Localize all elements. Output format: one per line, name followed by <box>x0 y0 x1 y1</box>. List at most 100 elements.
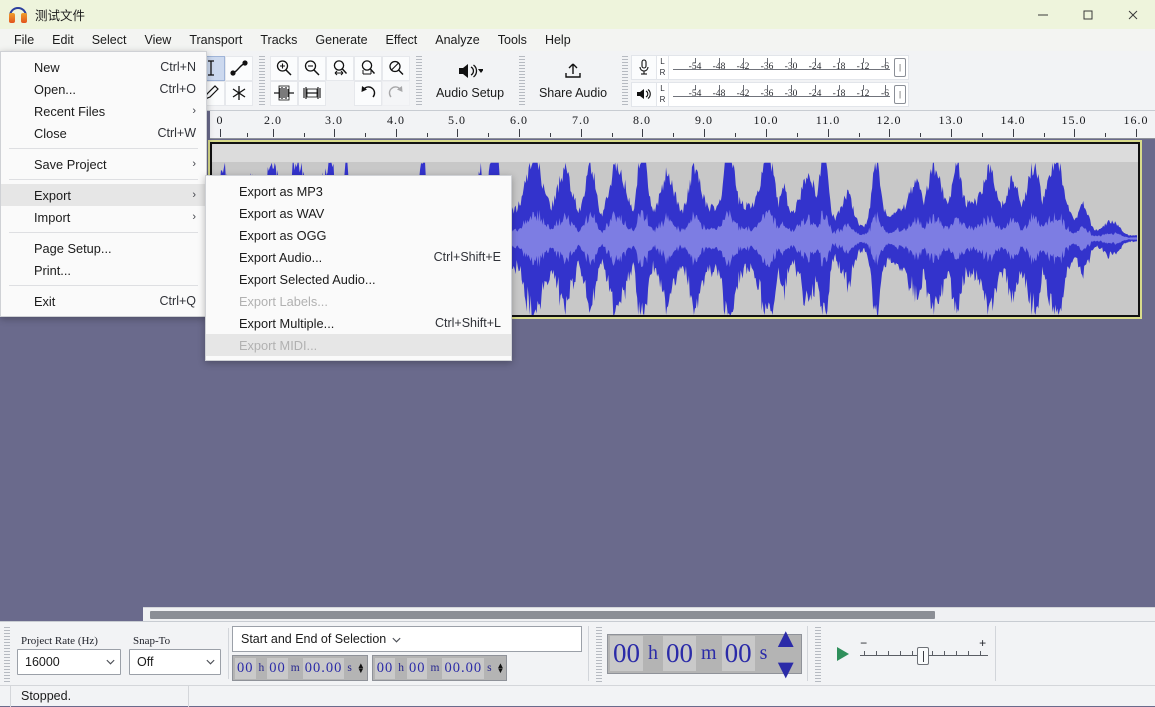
play-speed-slider[interactable]: − + <box>858 636 990 670</box>
play-at-speed-button[interactable] <box>826 637 859 670</box>
chevron-down-icon <box>106 659 115 665</box>
selection-start-time[interactable]: 00 h 00 m 00.00 s ▲ ▼ <box>232 655 368 681</box>
menu-edit[interactable]: Edit <box>43 30 83 50</box>
multi-tool[interactable] <box>225 80 253 106</box>
rec-meter-left-label: L <box>660 56 665 66</box>
playback-meter[interactable]: L R -54 -48 -42 -36 -30 -24 -18 -12 -6 0… <box>631 81 909 107</box>
project-rate-select[interactable]: 16000 <box>17 648 121 675</box>
scrollbar-thumb[interactable] <box>150 611 935 619</box>
play-speed-toolbar-grip[interactable] <box>814 625 823 682</box>
position-spinner[interactable]: ▲ ▼ <box>772 623 799 685</box>
ruler-tick-minor <box>550 133 551 137</box>
selection-end-time[interactable]: 00 h 00 m 00.00 s ▲ ▼ <box>371 655 508 681</box>
menu-select[interactable]: Select <box>83 30 136 50</box>
edit-toolbar <box>268 51 412 110</box>
position-minutes: 00 <box>663 636 696 671</box>
speed-slider-thumb[interactable] <box>917 646 930 665</box>
edit-toolbar-grip[interactable] <box>258 54 266 107</box>
fit-project-button[interactable] <box>354 55 382 81</box>
file-menu-item-open[interactable]: Open... Ctrl+O <box>1 78 206 100</box>
snap-to-select[interactable]: Off <box>129 648 221 675</box>
menu-analyze[interactable]: Analyze <box>426 30 488 50</box>
audio-position-display[interactable]: 00 h 00 m 00 s ▲ ▼ <box>607 623 803 684</box>
meter-toolbar-grip[interactable] <box>621 54 629 107</box>
ruler-label: 6.0 <box>510 113 528 127</box>
start-minutes: 00 <box>267 657 288 679</box>
menu-generate[interactable]: Generate <box>306 30 376 50</box>
horizontal-scrollbar[interactable] <box>143 607 1155 621</box>
file-menu-item-save-project[interactable]: Save Project › <box>1 153 206 175</box>
maximize-button[interactable] <box>1065 0 1110 29</box>
end-seconds-unit: s <box>487 662 492 674</box>
menu-item-label: Print... <box>34 262 71 278</box>
silence-audio-button[interactable] <box>298 80 326 106</box>
selection-toolbar-grip[interactable] <box>3 625 11 682</box>
playback-meter-scale[interactable]: -54 -48 -42 -36 -30 -24 -18 -12 -6 0 | <box>669 81 909 107</box>
fit-selection-button[interactable] <box>326 55 354 81</box>
menu-tools[interactable]: Tools <box>489 30 536 50</box>
file-menu-dropdown[interactable]: New Ctrl+N Open... Ctrl+O Recent Files › Close… <box>0 51 207 317</box>
export-menu-item-export-selected-audio[interactable]: Export Selected Audio... <box>206 268 511 290</box>
menu-item-label: Open... <box>34 81 76 97</box>
zoom-in-button[interactable] <box>270 55 298 81</box>
menu-tracks[interactable]: Tracks <box>251 30 306 50</box>
project-rate-label: Project Rate (Hz) <box>21 634 98 647</box>
window-controls <box>1020 0 1155 29</box>
share-audio-toolbar-grip[interactable] <box>518 54 526 107</box>
export-menu-item-export-as-mp3[interactable]: Export as MP3 <box>206 180 511 202</box>
start-time-spinner[interactable]: ▲ ▼ <box>357 662 365 675</box>
chevron-right-icon: › <box>192 158 196 170</box>
recording-meter[interactable]: L R -54 -48 -42 -36 -30 -24 -18 -12 -6 0… <box>631 54 909 80</box>
undo-button[interactable] <box>354 80 382 106</box>
export-submenu-dropdown[interactable]: Export as MP3 Export as WAV Export as OGG E… <box>205 175 512 361</box>
export-menu-item-export-as-ogg[interactable]: Export as OGG <box>206 224 511 246</box>
edit-toolbar-spacer <box>326 80 354 106</box>
file-menu-item-print[interactable]: Print... <box>1 259 206 281</box>
ruler-tick-minor <box>920 133 921 137</box>
file-menu-item-recent-files[interactable]: Recent Files › <box>1 100 206 122</box>
menu-effect[interactable]: Effect <box>377 30 427 50</box>
close-button[interactable] <box>1110 0 1155 29</box>
ruler-tick-major <box>766 129 767 137</box>
project-rate-group: Project Rate (Hz) 16000 <box>13 624 125 683</box>
menu-item-label: Export <box>34 187 71 203</box>
microphone-icon[interactable] <box>631 54 657 80</box>
export-menu-item-export-multiple[interactable]: Export Multiple... Ctrl+Shift+L <box>206 312 511 334</box>
play-meter-left-label: L <box>660 83 665 93</box>
minimize-button[interactable] <box>1020 0 1065 29</box>
ruler-tick-minor <box>982 133 983 137</box>
position-seconds-unit: s <box>759 642 768 664</box>
file-menu-item-export[interactable]: Export › <box>1 184 206 206</box>
envelope-tool[interactable] <box>225 55 253 81</box>
trim-audio-button[interactable] <box>270 80 298 106</box>
audio-setup-toolbar-grip[interactable] <box>415 54 423 107</box>
export-menu-item-export-as-wav[interactable]: Export as WAV <box>206 202 511 224</box>
file-menu-item-exit[interactable]: Exit Ctrl+Q <box>1 290 206 312</box>
file-menu-item-import[interactable]: Import › <box>1 206 206 228</box>
selection-mode-select[interactable]: Start and End of Selection <box>232 626 582 652</box>
menu-item-shortcut: Ctrl+Shift+L <box>434 316 501 330</box>
time-toolbar-grip[interactable] <box>595 625 603 682</box>
title-bar: 测试文件 <box>0 0 1155 29</box>
zoom-out-icon <box>304 60 320 76</box>
end-time-spinner[interactable]: ▲ ▼ <box>497 662 505 675</box>
track-selection-strip[interactable] <box>212 144 1138 162</box>
ruler-tick-minor <box>611 133 613 137</box>
menu-view[interactable]: View <box>135 30 180 50</box>
menu-file[interactable]: File <box>5 30 43 50</box>
file-menu-item-page-setup[interactable]: Page Setup... <box>1 237 206 259</box>
speaker-meter-icon[interactable] <box>631 81 657 107</box>
menu-help[interactable]: Help <box>536 30 580 50</box>
zoom-out-button[interactable] <box>298 55 326 81</box>
redo-button[interactable] <box>382 80 410 106</box>
timeline-ruler[interactable]: 0 2.0 3.0 4.0 5.0 6.0 7.0 8.0 9.0 10.0 11.0 12.0 13.… <box>210 111 1155 139</box>
menu-transport[interactable]: Transport <box>180 30 251 50</box>
snap-to-value: Off <box>137 654 154 669</box>
audio-setup-button[interactable]: Audio Setup <box>427 55 513 107</box>
recording-meter-scale[interactable]: -54 -48 -42 -36 -30 -24 -18 -12 -6 0 | <box>669 54 909 80</box>
file-menu-item-close[interactable]: Close Ctrl+W <box>1 122 206 144</box>
share-audio-button[interactable]: Share Audio <box>530 55 616 107</box>
export-menu-item-export-audio[interactable]: Export Audio... Ctrl+Shift+E <box>206 246 511 268</box>
zoom-toggle-button[interactable] <box>382 55 410 81</box>
file-menu-item-new[interactable]: New Ctrl+N <box>1 56 206 78</box>
